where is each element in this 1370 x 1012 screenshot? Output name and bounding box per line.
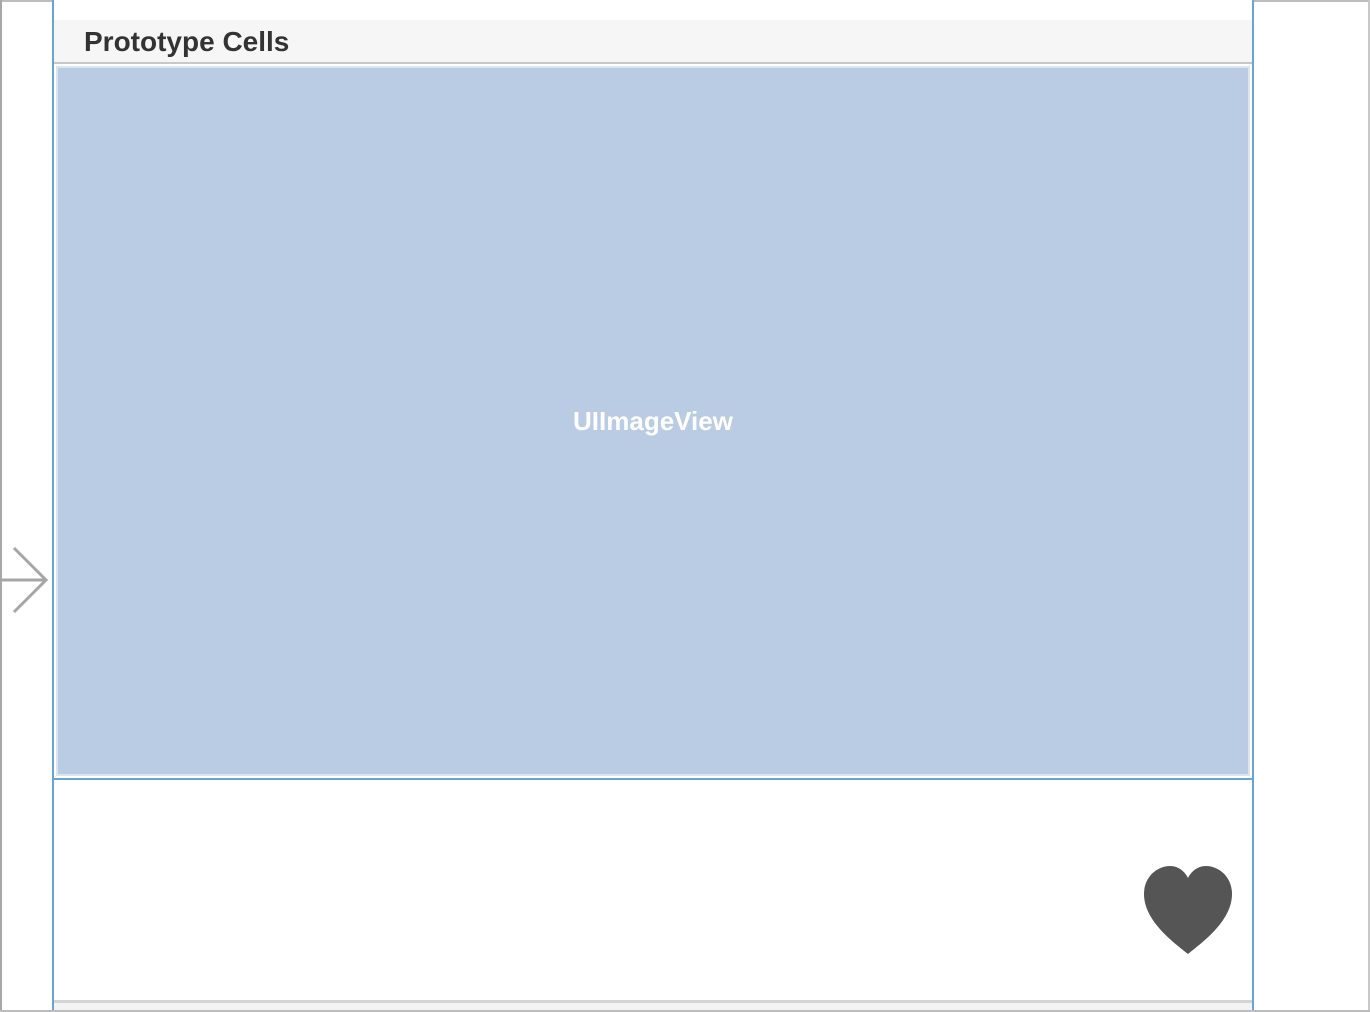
heart-icon[interactable] (1142, 864, 1234, 956)
frame-left-border (0, 0, 2, 1012)
prototype-cells-header: Prototype Cells (54, 20, 1252, 64)
image-view[interactable]: UIImageView (56, 66, 1250, 776)
table-view[interactable]: Prototype Cells UIImageView (52, 0, 1254, 1012)
cell-separator (54, 778, 1252, 780)
initial-view-controller-arrow-icon[interactable] (0, 546, 52, 616)
image-view-label: UIImageView (573, 405, 733, 436)
section-header-title: Prototype Cells (84, 26, 290, 57)
storyboard-canvas: Prototype Cells UIImageView (0, 0, 1370, 1012)
